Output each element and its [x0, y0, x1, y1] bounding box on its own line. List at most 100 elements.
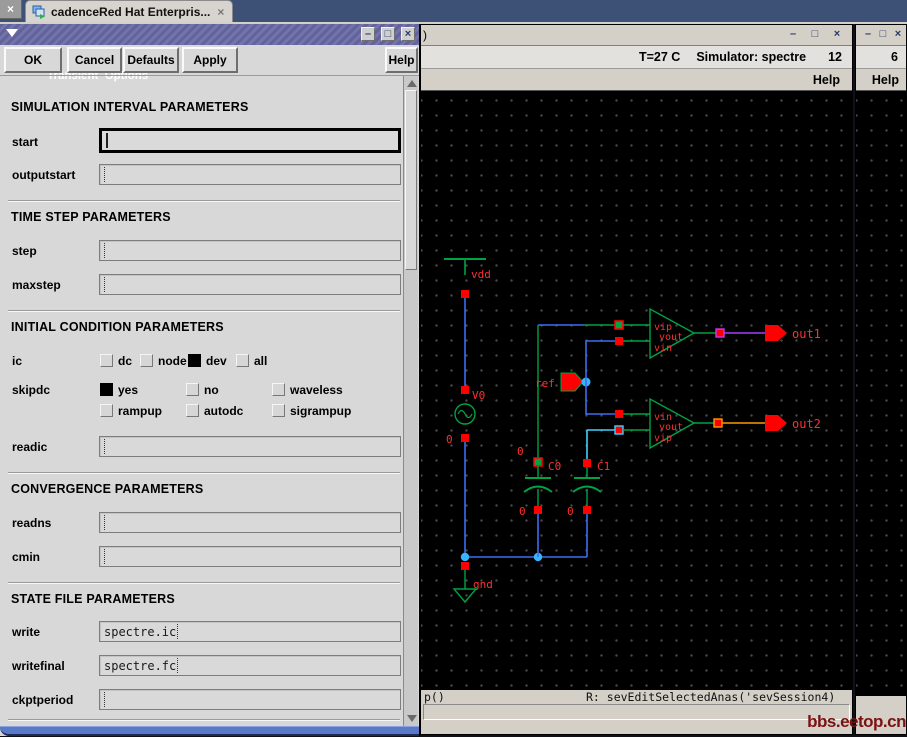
voltage-source-v0[interactable]: V0 0: [446, 386, 485, 446]
write-label: write: [12, 625, 41, 639]
section-initial-condition: INITIAL CONDITION PARAMETERS: [11, 320, 224, 334]
close-button[interactable]: ×: [0, 0, 22, 19]
maxstep-input[interactable]: [99, 274, 401, 295]
side-info-bar: 6: [856, 46, 906, 69]
cancel-button[interactable]: Cancel: [67, 47, 122, 73]
all-label: all: [254, 353, 268, 368]
defaults-button[interactable]: Defaults: [123, 47, 179, 73]
yes-checkbox[interactable]: [100, 383, 113, 396]
schematic-drawing: vdd V0 0 gnd 0 C0 0 C1 0 ref vip vout vi…: [444, 258, 821, 604]
dialog-form: SIMULATION INTERVAL PARAMETERS start out…: [0, 76, 404, 726]
schematic-canvas[interactable]: vdd V0 0 gnd 0 C0 0 C1 0 ref vip vout vi…: [421, 91, 852, 689]
rampup-checkbox[interactable]: [100, 404, 113, 417]
svg-text:C1: C1: [597, 460, 610, 473]
vdd-symbol[interactable]: vdd: [444, 258, 491, 298]
scrollbar-thumb[interactable]: [405, 90, 417, 270]
cmin-input[interactable]: [99, 546, 401, 567]
side-window: – □ × 6 Help: [855, 24, 907, 735]
skipdc-option-no: no: [186, 382, 219, 397]
node-checkbox[interactable]: [140, 354, 153, 367]
close-icon[interactable]: ×: [892, 28, 904, 42]
ic-option-dc: dc: [100, 353, 132, 368]
app-icon: [32, 5, 46, 19]
out2-pin[interactable]: out2: [765, 415, 821, 431]
no-checkbox[interactable]: [186, 383, 199, 396]
capacitor-c0[interactable]: 0 C0 0: [517, 325, 561, 557]
out1-pin[interactable]: out1: [765, 325, 821, 341]
dc-checkbox[interactable]: [100, 354, 113, 367]
skipdc-label: skipdc: [12, 383, 51, 397]
maxstep-label: maxstep: [12, 278, 61, 292]
tab-close-icon[interactable]: ×: [217, 5, 224, 19]
chevron-down-icon[interactable]: [6, 29, 18, 37]
svg-text:vip: vip: [654, 433, 672, 444]
side-menu-bar: Help: [856, 69, 906, 91]
svg-text:ref: ref: [535, 377, 555, 390]
text-cursor: [104, 515, 105, 530]
side-canvas[interactable]: [856, 91, 906, 696]
close-icon[interactable]: ×: [401, 27, 415, 41]
separator: [8, 719, 400, 721]
close-icon[interactable]: ×: [830, 28, 844, 42]
readic-input[interactable]: [99, 436, 401, 457]
schematic-window: ) – □ × T=27 C Simulator: spectre 12 Hel…: [420, 24, 853, 735]
write-input[interactable]: spectre.ic: [99, 621, 401, 642]
dialog-bottom-frame[interactable]: [0, 726, 419, 736]
step-input[interactable]: [99, 240, 401, 261]
dialog-scrollbar[interactable]: [403, 76, 418, 726]
no-label: no: [204, 382, 219, 397]
ref-pin[interactable]: ref: [535, 372, 591, 392]
ic-label: ic: [12, 354, 23, 368]
temperature-readout: T=27 C: [638, 50, 681, 64]
readns-input[interactable]: [99, 512, 401, 533]
wire-ref-to-op1[interactable]: [585, 340, 619, 382]
svg-text:vdd: vdd: [471, 268, 491, 281]
ok-button[interactable]: OK: [4, 47, 62, 73]
svg-text:out1: out1: [792, 327, 821, 341]
scroll-up-icon[interactable]: [407, 80, 417, 87]
help-button[interactable]: Help: [872, 73, 899, 87]
minimize-icon[interactable]: –: [786, 28, 800, 42]
screen: ) – □ × T=27 C Simulator: spectre 12 Hel…: [0, 0, 907, 737]
sigrampup-checkbox[interactable]: [272, 404, 285, 417]
section-time-step: TIME STEP PARAMETERS: [11, 210, 171, 224]
dev-label: dev: [206, 353, 227, 368]
writefinal-input[interactable]: spectre.fc: [99, 655, 401, 676]
opamp-1[interactable]: vip vout vin: [614, 307, 725, 360]
maximize-icon[interactable]: □: [877, 28, 889, 42]
opamp-2[interactable]: vin vout vip: [614, 397, 723, 450]
all-checkbox[interactable]: [236, 354, 249, 367]
text-cursor: [177, 624, 179, 639]
junction-dot: [460, 552, 470, 562]
help-button[interactable]: Help: [385, 47, 418, 73]
outputstart-input[interactable]: [99, 164, 401, 185]
text-cursor: [104, 692, 105, 707]
maximize-icon[interactable]: □: [808, 28, 822, 42]
start-input[interactable]: [99, 128, 401, 153]
minimize-icon[interactable]: –: [862, 28, 874, 42]
scroll-down-icon[interactable]: [407, 715, 417, 722]
side-window-titlebar[interactable]: – □ ×: [856, 25, 906, 46]
session-tab[interactable]: cadenceRed Hat Enterpris... ×: [25, 0, 233, 22]
dev-checkbox[interactable]: [188, 354, 201, 367]
schematic-menu-bar: Help: [421, 69, 852, 91]
wire-ref-to-op2[interactable]: [585, 382, 619, 415]
gnd-symbol[interactable]: gnd: [452, 562, 493, 604]
text-cursor: [177, 658, 179, 673]
waveless-checkbox[interactable]: [272, 383, 285, 396]
schematic-info-bar: T=27 C Simulator: spectre 12: [421, 46, 852, 69]
autodc-checkbox[interactable]: [186, 404, 199, 417]
transient-options-dialog: Transient Options – □ × OK Cancel Defaul…: [0, 24, 420, 736]
maximize-icon[interactable]: □: [381, 27, 395, 41]
text-cursor: [104, 439, 105, 454]
tab-title: cadenceRed Hat Enterpris...: [51, 4, 211, 19]
dialog-titlebar[interactable]: Transient Options – □ ×: [0, 24, 419, 82]
schematic-window-titlebar[interactable]: ) – □ ×: [421, 25, 852, 46]
dialog-button-row: OK Cancel Defaults Apply Help: [0, 45, 419, 76]
ckptperiod-input[interactable]: [99, 689, 401, 710]
minimize-icon[interactable]: –: [361, 27, 375, 41]
capacitor-c1[interactable]: C1 0: [567, 430, 610, 557]
text-cursor: [104, 243, 105, 258]
help-button[interactable]: Help: [813, 73, 840, 87]
apply-button[interactable]: Apply: [182, 47, 238, 73]
